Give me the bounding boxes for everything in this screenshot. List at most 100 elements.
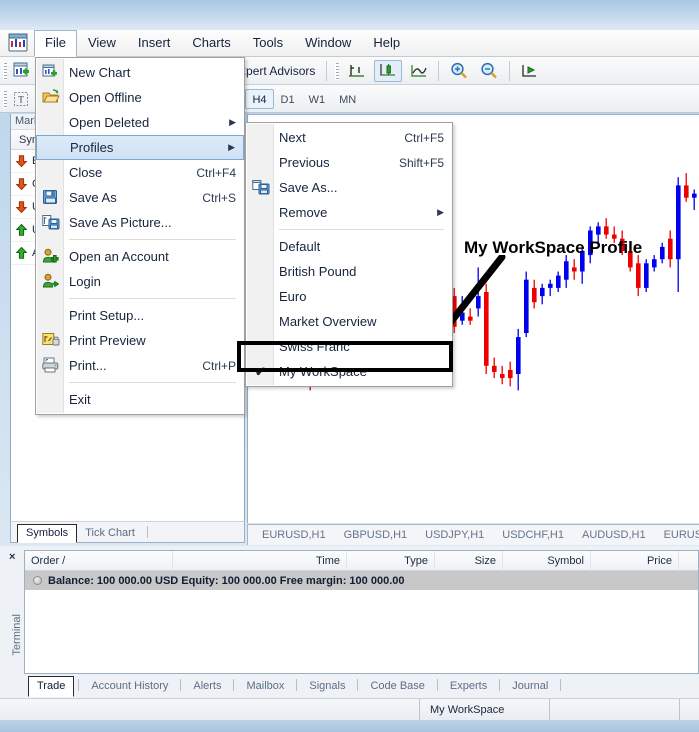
auto-scroll-icon[interactable] (520, 63, 538, 79)
file-menu-item-open-deleted[interactable]: Open Deleted ▶ (36, 110, 244, 135)
menu-item-label: Print Preview (69, 333, 146, 348)
profiles-item-next[interactable]: Next Ctrl+F5 (246, 125, 452, 150)
menu-charts[interactable]: Charts (181, 30, 241, 56)
tab-divider (146, 526, 148, 538)
line-chart-icon[interactable] (410, 63, 428, 79)
file-menu-item-open-offline[interactable]: Open Offline (36, 85, 244, 110)
menu-separator (69, 382, 236, 383)
terminal-column-size[interactable]: Size (435, 550, 503, 571)
terminal-tab-signals[interactable]: Signals (301, 677, 353, 696)
printer-icon (42, 357, 60, 375)
chart-tab-gbpusd-h1[interactable]: GBPUSD,H1 (335, 527, 417, 543)
file-menu-item-profiles[interactable]: Profiles ▶ (36, 135, 244, 160)
file-menu-item-save-as-picture[interactable]: Save As Picture... (36, 210, 244, 235)
terminal-tab-divider (357, 679, 359, 691)
terminal-balance-row[interactable]: Balance: 100 000.00 USD Equity: 100 000.… (25, 571, 698, 590)
timeframe-mn[interactable]: MN (332, 89, 363, 109)
profiles-item-euro[interactable]: Euro (246, 284, 452, 309)
menu-item-label: Save As Picture... (69, 215, 172, 230)
file-menu-item-print[interactable]: Print... Ctrl+P (36, 353, 244, 378)
timeframe-d1[interactable]: D1 (274, 89, 302, 109)
terminal-tab-mailbox[interactable]: Mailbox (238, 677, 292, 696)
profiles-item-default[interactable]: Default (246, 234, 452, 259)
profiles-item-save-as[interactable]: Save As... (246, 175, 452, 200)
chart-tab-audusd-h1[interactable]: AUDUSD,H1 (573, 527, 655, 543)
file-menu-item-close[interactable]: Close Ctrl+F4 (36, 160, 244, 185)
file-menu-item-save-as[interactable]: Save As Ctrl+S (36, 185, 244, 210)
bar-chart-icon[interactable] (348, 63, 366, 79)
menu-insert[interactable]: Insert (127, 30, 182, 56)
chart-tab-eurusd-h1[interactable]: EURUSD,H1 (253, 527, 335, 543)
chart-tab-eurusd-2[interactable]: EURUSD, (655, 527, 699, 543)
file-menu-item-open-an-account[interactable]: Open an Account (36, 244, 244, 269)
balance-bullet-icon (33, 576, 42, 585)
profiles-item-previous[interactable]: Previous Shift+F5 (246, 150, 452, 175)
chart-tab-usdjpy-h1[interactable]: USDJPY,H1 (416, 527, 493, 543)
tab-symbols[interactable]: Symbols (17, 524, 78, 543)
print-preview-icon (42, 332, 60, 350)
terminal-column-time[interactable]: Time (173, 550, 347, 571)
submenu-item-label: Save As... (279, 180, 338, 195)
menu-item-label: Print... (69, 358, 107, 373)
svg-text:T: T (18, 94, 24, 104)
menu-window[interactable]: Window (294, 30, 362, 56)
menu-item-label: Open Deleted (69, 115, 150, 130)
menu-item-label: Open Offline (69, 90, 142, 105)
file-menu-item-print-setup[interactable]: Print Setup... (36, 303, 244, 328)
new-chart-toolbar-icon[interactable] (13, 62, 33, 80)
save-picture-icon (42, 214, 60, 232)
terminal-tab-trade[interactable]: Trade (28, 676, 75, 697)
terminal-tabs: Trade Account History Alerts Mailbox Signals… (24, 674, 699, 697)
toolbar-grip-4[interactable] (3, 89, 7, 108)
menu-file[interactable]: File (34, 30, 77, 57)
terminal-tab-journal[interactable]: Journal (504, 677, 556, 696)
timeframe-w1[interactable]: W1 (302, 89, 333, 109)
menu-help[interactable]: Help (362, 30, 411, 56)
new-chart-icon (42, 64, 60, 82)
menu-tools[interactable]: Tools (242, 30, 294, 56)
annotation-label: My WorkSpace Profile (464, 238, 643, 257)
profiles-item-market-overview[interactable]: Market Overview (246, 309, 452, 334)
terminal-column-type[interactable]: Type (347, 550, 435, 571)
candlestick-chart-icon[interactable] (374, 59, 403, 82)
tab-tick-chart[interactable]: Tick Chart (77, 525, 143, 542)
user-add-icon (42, 248, 60, 266)
terminal-tab-code-base[interactable]: Code Base (362, 677, 432, 696)
file-menu-item-exit[interactable]: Exit (36, 387, 244, 412)
terminal-tab-divider (78, 679, 80, 691)
zoom-in-icon[interactable] (450, 62, 468, 79)
terminal-close-icon[interactable]: × (9, 551, 15, 563)
file-dropdown-menu: New Chart Open Offline Open Deleted ▶ Profil… (35, 57, 245, 415)
file-menu-item-new-chart[interactable]: New Chart (36, 60, 244, 85)
terminal-tab-alerts[interactable]: Alerts (185, 677, 229, 696)
toolbar-grip[interactable] (3, 61, 7, 80)
menu-item-label: New Chart (69, 65, 131, 80)
profiles-item-remove[interactable]: Remove ▶ (246, 200, 452, 225)
terminal-column-symbol[interactable]: Symbol (503, 550, 591, 571)
terminal-tab-account-history[interactable]: Account History (83, 677, 176, 696)
submenu-item-shortcut: Shift+F5 (398, 155, 444, 170)
terminal-column-price[interactable]: Price (591, 550, 679, 571)
terminal-tab-experts[interactable]: Experts (442, 677, 495, 696)
arrow-up-icon (16, 224, 27, 236)
window-resize-grip[interactable] (0, 720, 699, 732)
toolbar-grip-3[interactable] (335, 61, 340, 80)
file-menu-item-print-preview[interactable]: Print Preview (36, 328, 244, 353)
text-label-icon[interactable]: T (13, 91, 29, 107)
chart-tab-usdchf-h1[interactable]: USDCHF,H1 (493, 527, 573, 543)
zoom-out-icon[interactable] (480, 62, 498, 79)
menu-separator (69, 239, 236, 240)
terminal-column-headers: Order / Time Type Size Symbol Price (25, 550, 698, 571)
file-menu-items: New Chart Open Offline Open Deleted ▶ Profil… (36, 60, 244, 412)
status-right-cell (550, 698, 680, 721)
metatrader-window: File View Insert Charts Tools Window Hel… (0, 0, 699, 732)
submenu-item-label: Previous (279, 155, 330, 170)
terminal-tab-divider (296, 679, 298, 691)
timeframe-h4[interactable]: H4 (245, 88, 274, 109)
menu-view[interactable]: View (77, 30, 127, 56)
toolbar-divider-4 (509, 60, 511, 81)
file-menu-item-login[interactable]: Login (36, 269, 244, 294)
toolbar-divider-2 (326, 60, 328, 81)
terminal-column-order[interactable]: Order / (25, 550, 173, 571)
profiles-item-british-pound[interactable]: British Pound (246, 259, 452, 284)
